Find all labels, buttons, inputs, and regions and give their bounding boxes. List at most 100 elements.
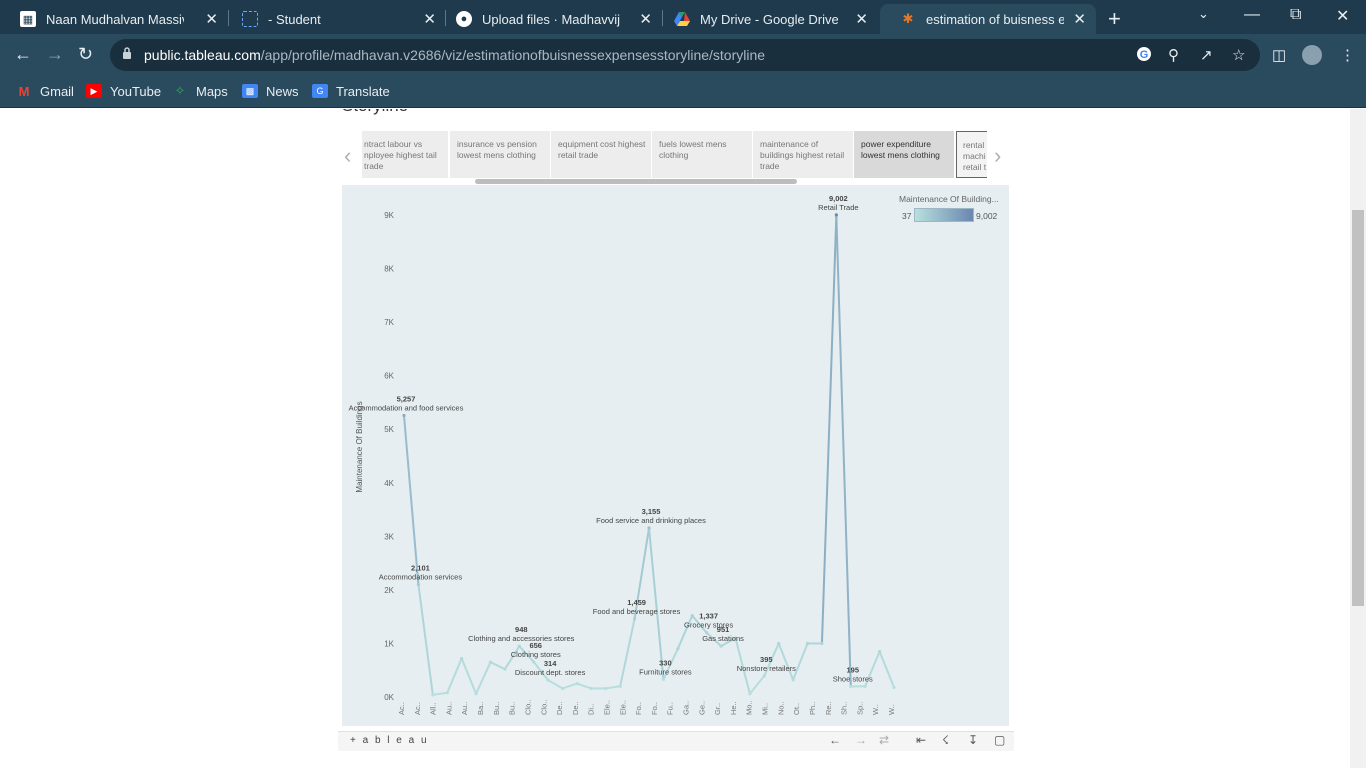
undo-icon[interactable]: ← [829, 733, 841, 747]
y-tick-label: 7K [384, 318, 394, 327]
tab-naan-mudhalvan[interactable]: ▦ Naan Mudhalvan Massive Up ✕ [0, 4, 228, 34]
close-icon[interactable]: ✕ [205, 10, 218, 28]
reload-icon[interactable]: ↻ [78, 44, 93, 65]
google-drive-icon [674, 11, 690, 27]
story-next-arrow-icon[interactable]: › [994, 143, 1001, 169]
share-icon[interactable]: ☇ [942, 733, 949, 747]
youtube-icon: ▶ [86, 84, 102, 98]
x-tick-label: Mo.. [745, 700, 754, 715]
data-point [517, 644, 521, 648]
story-scrollbar[interactable] [475, 179, 797, 184]
gmail-icon: M [18, 83, 30, 99]
lock-icon [123, 47, 131, 59]
data-point [661, 677, 666, 681]
url-text[interactable]: public.tableau.com/app/profile/madhavan.… [144, 47, 765, 63]
data-point [863, 684, 867, 688]
data-value-label: 2,101 [411, 563, 430, 572]
data-point [431, 693, 435, 697]
bookmark-news[interactable]: ▩ News [242, 82, 299, 100]
y-tick-label: 4K [384, 479, 394, 488]
story-point[interactable]: insurance vs pension lowest mens clothin… [450, 131, 550, 178]
data-point [690, 613, 694, 618]
fullscreen-icon[interactable]: ▢ [994, 733, 1005, 747]
tableau-icon: ✱ [902, 11, 914, 26]
data-value-label: 1,459 [627, 598, 646, 607]
bookmark-maps[interactable]: ✧ Maps [172, 82, 228, 100]
story-points: ntract labour vs nployee highest tail tr… [362, 131, 987, 178]
close-icon[interactable]: ✕ [423, 10, 436, 28]
data-point [748, 692, 752, 696]
x-tick-label: Fo.. [634, 702, 643, 715]
scrollbar-thumb[interactable] [1352, 210, 1364, 606]
download-icon[interactable]: ↧ [968, 733, 978, 747]
story-point[interactable]: equipment cost highest retail trade [551, 131, 651, 178]
tab-student[interactable]: - Student ✕ [222, 4, 446, 34]
close-icon[interactable]: ✕ [855, 10, 868, 28]
y-tick-label: 5K [384, 425, 394, 434]
tab-google-drive[interactable]: My Drive - Google Drive ✕ [654, 4, 878, 34]
data-category-label: Gas stations [702, 634, 744, 643]
x-tick-label: Ba.. [476, 702, 485, 715]
y-tick-label: 2K [384, 586, 394, 595]
close-icon[interactable]: ✕ [639, 10, 652, 28]
story-point[interactable]: fuels lowest mens clothing [652, 131, 752, 178]
series-line-segment [432, 691, 448, 696]
tab-github[interactable]: ● Upload files · Madhavvijayak ✕ [436, 4, 662, 34]
restore-icon[interactable]: ⧉ [1290, 6, 1301, 24]
story-point-selected[interactable]: power expenditure lowest mens clothing [854, 131, 954, 178]
story-prev-arrow-icon[interactable]: ‹ [344, 143, 351, 169]
data-category-label: Food service and drinking places [596, 516, 706, 525]
github-icon: ● [456, 11, 472, 27]
tab-title: My Drive - Google Drive [700, 11, 838, 27]
tab-tableau[interactable]: ✱ estimation of buisness expe ✕ [880, 4, 1096, 34]
x-tick-label: Mi.. [761, 703, 770, 715]
x-tick-label: W.. [887, 704, 896, 715]
data-value-label: 314 [544, 659, 557, 668]
student-icon [242, 11, 258, 27]
tab-title: Upload files · Madhavvijayak [482, 11, 620, 27]
story-point[interactable]: rental machi retail t [956, 131, 987, 178]
google-lens-icon[interactable]: G [1136, 46, 1152, 66]
share-icon[interactable]: ↗ [1200, 46, 1213, 64]
story-point[interactable]: maintenance of buildings highest retail … [753, 131, 853, 178]
window-close-icon[interactable]: ✕ [1336, 6, 1349, 26]
series-line-segment [475, 661, 492, 695]
bookmark-youtube[interactable]: ▶ YouTube [86, 82, 161, 100]
x-tick-label: Ele.. [602, 700, 611, 715]
y-tick-label: 9K [384, 211, 394, 220]
profile-avatar[interactable] [1302, 45, 1322, 65]
first-point-icon[interactable]: ⇤ [916, 733, 926, 747]
data-category-label: Grocery stores [684, 621, 733, 630]
x-tick-label: Ac.. [413, 702, 422, 715]
minimize-icon[interactable]: — [1244, 6, 1260, 24]
back-arrow-icon[interactable]: ← [14, 44, 32, 65]
menu-kebab-icon[interactable]: ⋮ [1340, 46, 1355, 64]
data-category-label: Shoe stores [833, 675, 873, 684]
zoom-icon[interactable]: ⚲ [1168, 46, 1179, 64]
series-line-segment [820, 214, 838, 644]
data-point [445, 691, 449, 695]
line-chart: 0K 1K 2K 3K 4K 5K 6K 7K 8K 9K Maintenance Of Build… [349, 194, 896, 715]
data-value-label: 948 [515, 625, 528, 634]
bookmark-gmail[interactable]: M Gmail [16, 82, 74, 100]
tab-search-chevron-icon[interactable]: ⌄ [1198, 6, 1209, 22]
revert-icon[interactable]: ⇄ [879, 733, 889, 747]
y-axis-label: Maintenance Of Buildings [355, 401, 364, 492]
series-line-segment [619, 618, 636, 687]
story-point[interactable]: ntract labour vs nployee highest tail tr… [362, 131, 448, 178]
new-tab-button[interactable]: + [1108, 6, 1121, 32]
news-icon: ▩ [242, 84, 258, 98]
close-icon[interactable]: ✕ [1073, 10, 1086, 28]
bookmark-translate[interactable]: G Translate [312, 82, 390, 100]
x-tick-label: Ge.. [697, 701, 706, 715]
data-point [805, 641, 810, 646]
data-point [416, 582, 421, 587]
redo-icon[interactable]: → [855, 733, 867, 747]
x-tick-label: Bu.. [492, 702, 501, 715]
tab-title: estimation of buisness expe [926, 11, 1064, 27]
bookmark-star-icon[interactable]: ☆ [1232, 46, 1245, 64]
url-path: /app/profile/madhavan.v2686/viz/estimati… [260, 47, 766, 63]
forward-arrow-icon[interactable]: → [46, 44, 64, 65]
side-panel-icon[interactable]: ◫ [1272, 46, 1286, 64]
data-point [762, 674, 766, 678]
